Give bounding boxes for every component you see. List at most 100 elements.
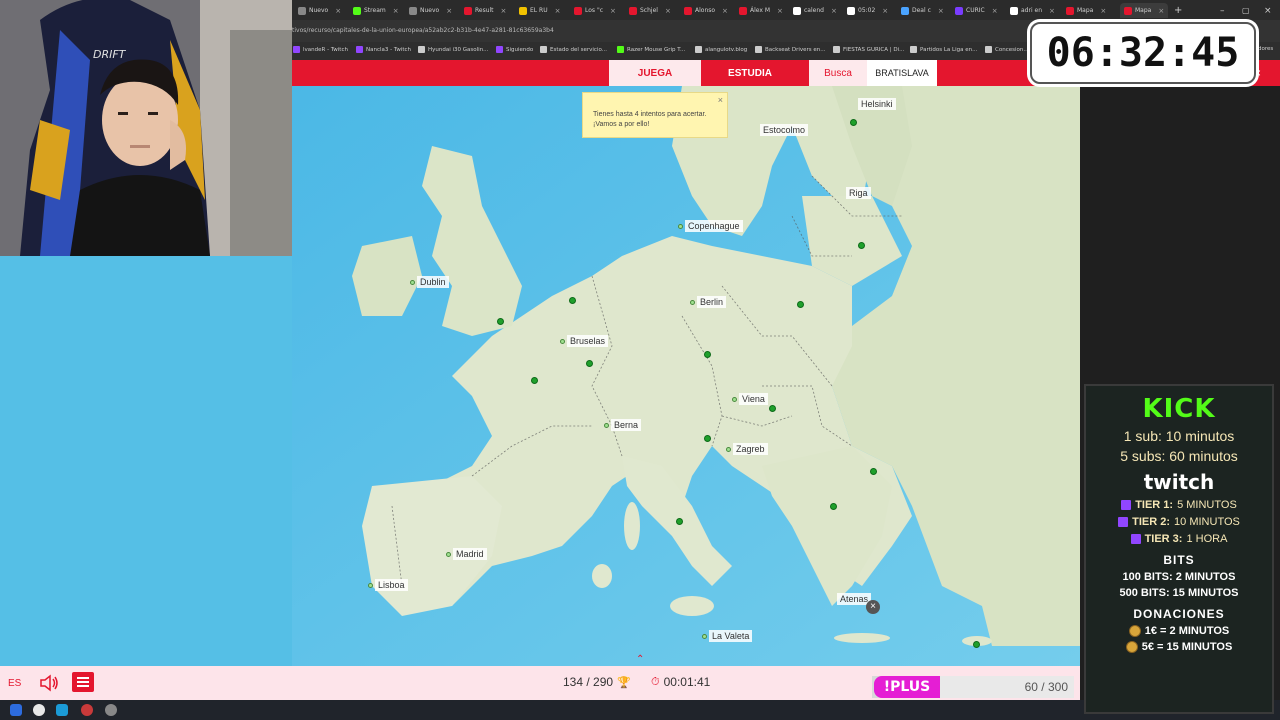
browser-tab[interactable]: Result × bbox=[464, 3, 506, 18]
browser-tab[interactable]: Deal c × bbox=[901, 3, 944, 18]
close-icon[interactable]: × bbox=[501, 7, 507, 15]
capital-dot[interactable] bbox=[870, 468, 877, 475]
close-icon[interactable]: × bbox=[1049, 7, 1055, 15]
close-icon[interactable]: × bbox=[1100, 7, 1106, 15]
tab-favicon bbox=[574, 6, 582, 15]
tab-study[interactable]: ESTUDIA bbox=[701, 60, 799, 86]
bookmark[interactable]: lvandeR - Twitch bbox=[293, 46, 348, 53]
close-icon[interactable]: × bbox=[393, 7, 399, 15]
bookmark[interactable]: Partidos La Liga en... bbox=[910, 46, 977, 53]
bookmark[interactable]: Nancla3 - Twitch bbox=[356, 46, 411, 53]
tab-label: Mapa bbox=[1135, 7, 1152, 14]
minimize-icon[interactable]: – bbox=[1220, 3, 1225, 18]
browser-tab[interactable]: Álex M × bbox=[739, 3, 783, 18]
bookmark-favicon bbox=[695, 46, 702, 53]
bookmark[interactable]: dores bbox=[1258, 46, 1273, 52]
tab-favicon bbox=[409, 6, 417, 15]
capital-dot[interactable] bbox=[531, 377, 538, 384]
chevron-up-icon[interactable]: ⌃ bbox=[636, 654, 644, 665]
capital-dot[interactable] bbox=[797, 301, 804, 308]
close-icon[interactable]: × bbox=[777, 7, 783, 15]
close-icon[interactable]: × bbox=[610, 7, 616, 15]
browser-tab[interactable]: adri en × bbox=[1010, 3, 1055, 18]
close-icon[interactable]: × bbox=[718, 95, 723, 105]
close-icon[interactable]: × bbox=[665, 7, 671, 15]
browser-tab[interactable]: Nuevo × bbox=[298, 3, 341, 18]
europe-map[interactable]: Helsinki Estocolmo Riga Copenhague Dubli… bbox=[292, 86, 1080, 666]
url-text[interactable]: tivos/recurso/capitales-de-la-union-euro… bbox=[292, 27, 554, 34]
restore-icon[interactable]: ▢ bbox=[1242, 3, 1250, 18]
capital-dot[interactable] bbox=[704, 435, 711, 442]
tier-line: TIER 3: 1 HORA bbox=[1086, 533, 1272, 545]
city-marker bbox=[702, 633, 707, 639]
bookmark-label: Hyundai i30 Gasolin... bbox=[428, 46, 489, 53]
close-icon[interactable]: × bbox=[1158, 7, 1164, 15]
chrome-icon[interactable] bbox=[33, 704, 45, 716]
capital-dot[interactable] bbox=[850, 119, 857, 126]
capital-dot[interactable] bbox=[769, 405, 776, 412]
tab-label: Mapa bbox=[1077, 7, 1094, 14]
bookmark[interactable]: FIESTAS GURICA | Di... bbox=[833, 46, 904, 53]
capital-dot[interactable] bbox=[497, 318, 504, 325]
browser-tab[interactable]: CURIC × bbox=[955, 3, 998, 18]
browser-tab[interactable]: EL RU × bbox=[519, 3, 560, 18]
browser-tab[interactable]: Alonso × bbox=[684, 3, 728, 18]
close-icon[interactable]: × bbox=[446, 7, 452, 15]
settings-icon[interactable] bbox=[105, 704, 117, 716]
windows-start-icon[interactable] bbox=[10, 704, 22, 716]
browser-tab[interactable]: 05:02 × bbox=[847, 3, 888, 18]
close-icon[interactable]: × bbox=[555, 7, 561, 15]
capital-dot[interactable] bbox=[569, 297, 576, 304]
capital-dot[interactable] bbox=[704, 351, 711, 358]
bookmark-favicon bbox=[910, 46, 917, 53]
city-name: Zagreb bbox=[733, 443, 768, 455]
sound-icon[interactable] bbox=[38, 673, 60, 693]
browser-tab[interactable]: Nuevo × bbox=[409, 3, 452, 18]
tab-favicon bbox=[519, 6, 527, 15]
browser-tab[interactable]: calend × bbox=[793, 3, 837, 18]
tab-favicon bbox=[955, 6, 963, 15]
capital-dot[interactable] bbox=[676, 518, 683, 525]
bookmark[interactable]: Hyundai i30 Gasolin... bbox=[418, 46, 488, 53]
close-icon[interactable]: × bbox=[992, 7, 998, 15]
city-marker bbox=[560, 338, 565, 344]
bookmark-label: Backseat Drivers en... bbox=[765, 46, 826, 53]
bookmark[interactable]: Siguiendo bbox=[496, 46, 533, 53]
capital-dot[interactable] bbox=[858, 242, 865, 249]
bookmark[interactable]: alangulotv.blog bbox=[695, 46, 747, 53]
app-icon[interactable] bbox=[56, 704, 68, 716]
browser-tab[interactable]: Los "c × bbox=[574, 3, 616, 18]
capital-dot[interactable] bbox=[973, 641, 980, 648]
close-icon[interactable]: × bbox=[882, 7, 888, 15]
close-icon[interactable]: × bbox=[831, 7, 837, 15]
tab-label: 05:02 bbox=[858, 7, 876, 14]
screen: Nuevo × Stream × Nuevo × Result × EL RU × Los… bbox=[0, 0, 1280, 720]
city-name: Viena bbox=[739, 393, 768, 405]
bookmark-label: FIESTAS GURICA | Di... bbox=[843, 46, 905, 53]
bookmark[interactable]: Concesion... bbox=[985, 46, 1029, 53]
browser-tab[interactable]: Mapa × bbox=[1066, 3, 1106, 18]
webcam-image: DRIFT bbox=[0, 0, 292, 256]
city-label: Bruselas bbox=[560, 335, 609, 347]
language-selector[interactable]: ES bbox=[8, 678, 21, 689]
bookmark[interactable]: Backseat Drivers en... bbox=[755, 46, 826, 53]
close-icon[interactable]: × bbox=[722, 7, 728, 15]
new-tab-button[interactable]: + bbox=[1174, 3, 1182, 18]
browser-tab-active[interactable]: Mapa × bbox=[1120, 3, 1169, 18]
capital-dot[interactable] bbox=[830, 503, 837, 510]
coin-icon bbox=[1128, 625, 1141, 637]
close-icon[interactable]: × bbox=[335, 7, 341, 15]
bookmark[interactable]: Estado del servicio... bbox=[540, 46, 607, 53]
city-label: La Valeta bbox=[702, 630, 753, 642]
window-close-icon[interactable]: × bbox=[1264, 3, 1272, 18]
browser-tab[interactable]: Stream × bbox=[353, 3, 399, 18]
comments-icon[interactable] bbox=[72, 672, 94, 692]
bookmark-label: Estado del servicio... bbox=[550, 46, 607, 53]
tab-label: Nuevo bbox=[309, 7, 329, 14]
app-icon[interactable] bbox=[81, 704, 93, 716]
bookmark[interactable]: Razer Mouse Grip T... bbox=[617, 46, 685, 53]
tab-play[interactable]: JUEGA bbox=[609, 60, 701, 86]
capital-dot[interactable] bbox=[586, 360, 593, 367]
close-icon[interactable]: × bbox=[938, 7, 944, 15]
browser-tab[interactable]: Schjel × bbox=[629, 3, 671, 18]
